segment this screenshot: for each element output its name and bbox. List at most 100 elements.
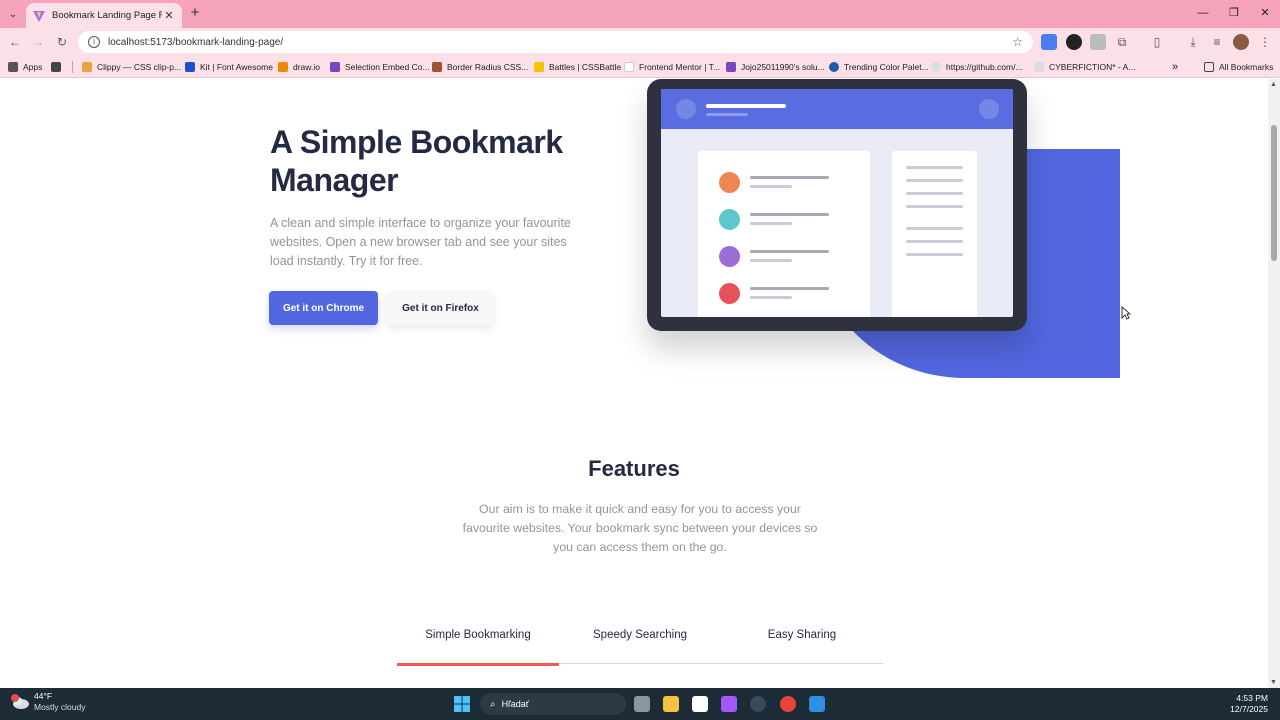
menu-kebab-icon[interactable]: ⋮ [1256,33,1274,51]
windows-taskbar: 44°F Mostly cloudy ⌕ Hľadať 4:53 PM 12/7… [0,688,1280,720]
list-bar [750,259,792,262]
address-url[interactable]: localhost:5173/bookmark-landing-page/ [108,37,1012,48]
cyberfiction-favicon-icon [1034,62,1044,72]
browser-tab-strip: ⌄ Bookmark Landing Page React ✕ + — ❐ ✕ [0,0,1280,28]
weather-temperature: 44°F [34,691,53,701]
vite-favicon-icon [33,10,45,22]
bookmark-apps[interactable]: Apps [8,60,42,74]
screen-header-subline [706,113,748,116]
window-close-icon[interactable]: ✕ [1250,4,1280,22]
list-bar [750,287,829,290]
media-controls-icon[interactable]: ≡ [1208,33,1226,51]
bookmark-dot-orange [719,172,740,193]
site-info-icon[interactable]: i [88,36,100,48]
clippy-favicon-icon [82,62,92,72]
taskbar-search[interactable]: ⌕ Hľadať [480,693,626,715]
bookmarks-overflow-icon[interactable]: » [1172,60,1178,74]
search-icon: ⌕ [490,698,496,710]
globe-icon [931,62,941,72]
new-tab-plus-icon[interactable]: + [187,5,203,21]
tab-title: Bookmark Landing Page React [52,10,162,21]
panel-bar [906,253,963,256]
forward-icon[interactable]: → [29,33,47,51]
mouse-cursor-icon [1121,306,1131,320]
scroll-up-arrow-icon[interactable]: ▲ [1270,81,1277,88]
drawio-favicon-icon [278,62,288,72]
figma-icon[interactable] [721,696,737,712]
bookmark-grid[interactable] [51,60,66,74]
get-chrome-button[interactable]: Get it on Chrome [269,291,378,325]
list-bar [750,176,829,179]
bookmark-frontend-mentor[interactable]: Frontend Mentor | T... [624,60,720,74]
bookmark-separator [72,61,73,73]
chrome-taskbar-icon[interactable] [780,696,796,712]
reload-icon[interactable]: ↻ [53,33,71,51]
bookmark-star-icon[interactable]: ☆ [1012,35,1023,49]
tab-simple-bookmarking[interactable]: Simple Bookmarking [397,626,559,666]
bookmark-drawio[interactable]: draw.io [278,60,320,74]
list-bar [750,213,829,216]
bookmark-selection-embed[interactable]: Selection Embed Co... [330,60,430,74]
all-bookmarks[interactable]: All Bookmarks [1204,60,1273,74]
bookmark-dot-teal [719,209,740,230]
back-icon[interactable]: ← [6,33,24,51]
cssbattle-favicon-icon [534,62,544,72]
github-desktop-icon[interactable] [750,696,766,712]
clock-date: 12/7/2025 [1230,704,1268,714]
bookmark-clippy[interactable]: Clippy — CSS clip-p... [82,60,181,74]
restore-icon[interactable]: ❐ [1219,4,1249,22]
panel-bar [906,227,963,230]
windows-start-icon[interactable] [454,696,470,712]
bookmarks-bar: Apps Clippy — CSS clip-p... Kit | Font A… [0,56,1280,78]
list-bar [750,222,792,225]
extension-icon[interactable] [1066,34,1082,50]
file-explorer-icon[interactable] [663,696,679,712]
profile-avatar[interactable] [1233,34,1249,50]
features-title: Features [588,456,680,481]
bookmark-jojo[interactable]: Jojo25011990's solu... [726,60,825,74]
coolors-favicon-icon [829,62,839,72]
screen-header-dot-right [979,99,999,119]
hero-tablet-illustration [647,79,1027,331]
side-panel-icon[interactable]: ▯ [1148,33,1166,51]
features-tabs: Simple Bookmarking Speedy Searching Easy… [397,626,883,666]
minimize-icon[interactable]: — [1188,4,1218,22]
taskbar-search-text: Hľadať [501,699,530,709]
taskbar-clock[interactable]: 4:53 PM 12/7/2025 [1230,693,1268,715]
bookmark-github[interactable]: https://github.com/... [931,60,1023,74]
tablet-screen [661,89,1013,317]
camera-extension-icon[interactable] [1090,34,1106,50]
screen-bookmark-list [698,151,870,317]
list-bar [750,185,792,188]
page-scrollbar[interactable]: ▲ ▼ [1268,79,1280,688]
features-description: Our aim is to make it quick and easy for… [462,502,818,554]
cloud-icon [11,694,29,709]
screen-header-dot [676,99,696,119]
tab-search-chevron-icon[interactable]: ⌄ [4,5,22,23]
bookmark-cyberfiction[interactable]: CYBERFICTION* - A... [1034,60,1135,74]
capcut-icon[interactable] [692,696,708,712]
scroll-down-arrow-icon[interactable]: ▼ [1270,679,1277,686]
vscode-icon[interactable] [809,696,825,712]
hero-title: A Simple Bookmark Manager [270,124,563,198]
extensions-puzzle-icon[interactable]: ⧉ [1113,33,1131,51]
translate-extension-icon[interactable] [1041,34,1057,50]
download-icon[interactable]: ⤓ [1184,33,1202,51]
tab-speedy-searching[interactable]: Speedy Searching [559,626,721,664]
selection-favicon-icon [330,62,340,72]
bookmark-font-awesome[interactable]: Kit | Font Awesome [185,60,273,74]
get-firefox-button[interactable]: Get it on Firefox [387,291,494,325]
panel-bar [906,205,963,208]
bookmark-trending-colors[interactable]: Trending Color Palet... [829,60,929,74]
task-view-icon[interactable] [634,696,650,712]
scroll-thumb[interactable] [1271,125,1277,261]
tab-easy-sharing[interactable]: Easy Sharing [721,626,883,664]
bookmark-border-radius[interactable]: Border Radius CSS... [432,60,528,74]
apps-grid-icon [8,62,18,72]
address-bar[interactable]: i localhost:5173/bookmark-landing-page/ … [78,31,1033,53]
browser-tab[interactable]: Bookmark Landing Page React ✕ [26,3,182,28]
weather-widget[interactable]: 44°F Mostly cloudy [10,691,86,713]
tab-close-icon[interactable]: ✕ [162,9,176,22]
bookmark-cssbattle[interactable]: Battles | CSSBattle [534,60,621,74]
border-radius-favicon-icon [432,62,442,72]
